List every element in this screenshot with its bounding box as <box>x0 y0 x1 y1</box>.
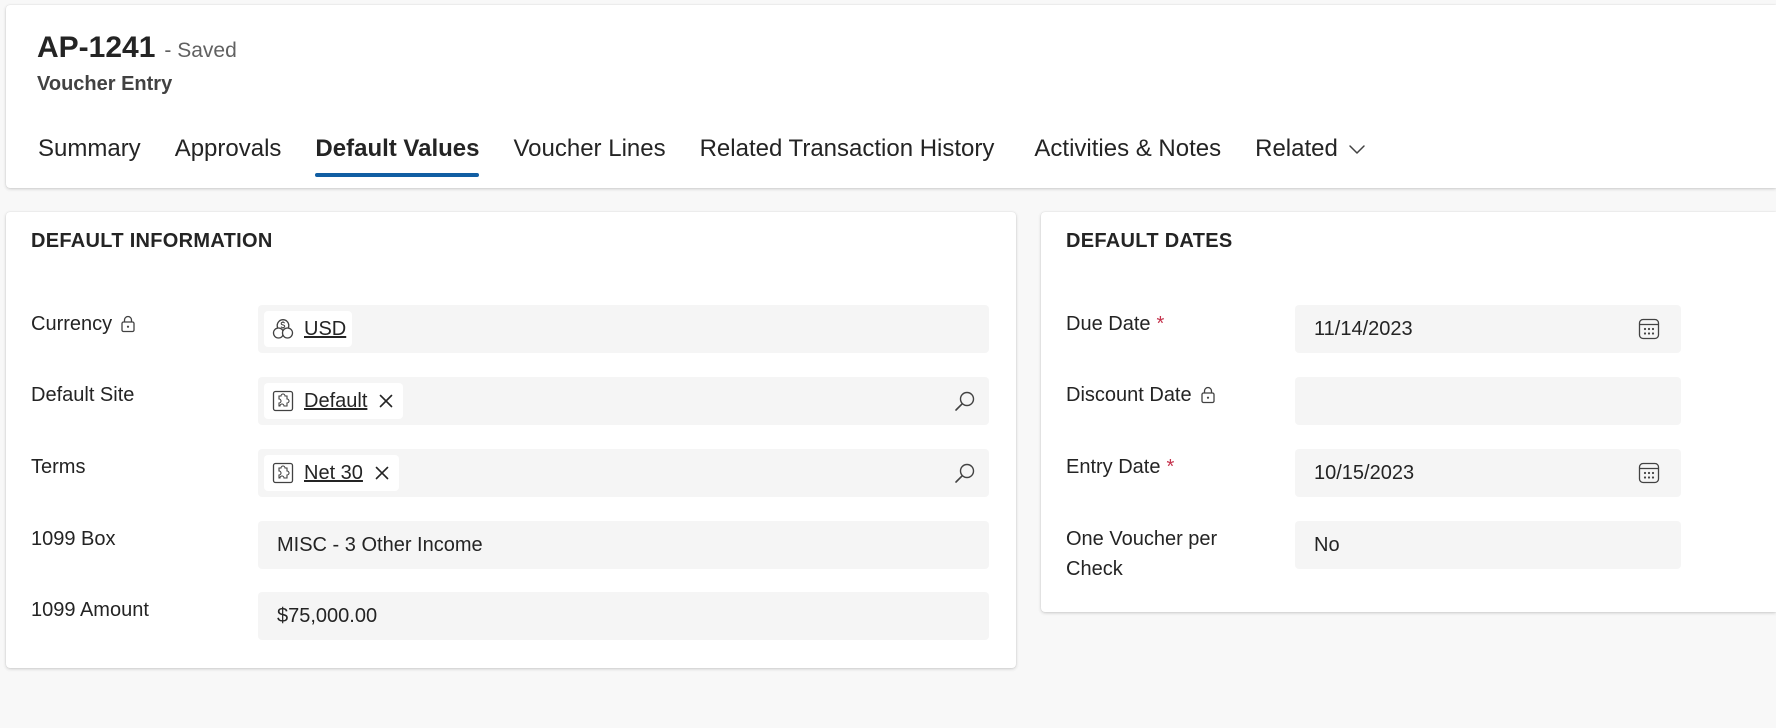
box-1099-field[interactable]: MISC - 3 Other Income <box>258 521 989 569</box>
coins-icon <box>272 318 294 340</box>
search-icon[interactable] <box>953 389 977 413</box>
lock-icon <box>1200 386 1215 404</box>
box-1099-value: MISC - 3 Other Income <box>277 533 483 556</box>
box-1099-label-text: 1099 Box <box>31 528 116 550</box>
default-dates-section: DEFAULT DATES Due Date * 11/14/2023 Disc… <box>1041 212 1776 612</box>
section-title: DEFAULT INFORMATION <box>31 230 273 252</box>
one-voucher-per-check-value: No <box>1314 533 1340 556</box>
default-information-section: DEFAULT INFORMATION Currency USD Default… <box>6 212 1016 668</box>
terms-value-link[interactable]: Net 30 <box>304 462 363 485</box>
lock-icon <box>121 315 135 333</box>
record-entity-name: Voucher Entry <box>37 73 173 95</box>
terms-label: Terms <box>31 452 85 482</box>
terms-lookup-chip[interactable]: Net 30 <box>264 455 399 491</box>
calendar-icon[interactable] <box>1637 317 1661 341</box>
amount-1099-label: 1099 Amount <box>31 595 149 625</box>
due-date-label-text: Due Date <box>1066 313 1151 335</box>
default-site-lookup-chip[interactable]: Default <box>264 383 404 419</box>
due-date-label: Due Date * <box>1066 309 1164 339</box>
amount-1099-value: $75,000.00 <box>277 604 378 627</box>
currency-value-link[interactable]: USD <box>304 318 346 341</box>
default-site-label-text: Default Site <box>31 384 135 406</box>
puzzle-icon <box>272 462 294 484</box>
puzzle-icon <box>272 390 294 412</box>
tab-related-transaction-history[interactable]: Related Transaction History <box>700 129 995 169</box>
currency-lookup-chip[interactable]: USD <box>264 311 353 347</box>
box-1099-label: 1099 Box <box>31 524 116 554</box>
terms-label-text: Terms <box>31 456 86 478</box>
amount-1099-label-text: 1099 Amount <box>31 599 149 621</box>
record-save-status: - Saved <box>164 39 237 62</box>
entry-date-field[interactable]: 10/15/2023 <box>1295 449 1681 497</box>
default-site-value-link[interactable]: Default <box>304 390 367 413</box>
close-icon[interactable] <box>379 394 393 408</box>
entry-date-label: Entry Date * <box>1066 452 1174 482</box>
currency-label: Currency <box>31 309 136 339</box>
tab-voucher-lines[interactable]: Voucher Lines <box>513 129 665 169</box>
record-title: AP-1241 <box>37 31 156 64</box>
tab-activities-notes[interactable]: Activities & Notes <box>1034 129 1221 169</box>
tab-summary[interactable]: Summary <box>38 129 141 169</box>
search-icon[interactable] <box>953 461 977 485</box>
entry-date-value: 10/15/2023 <box>1314 461 1415 484</box>
tab-related[interactable]: Related <box>1255 129 1366 169</box>
due-date-field[interactable]: 11/14/2023 <box>1295 305 1681 353</box>
currency-field[interactable]: USD <box>258 305 989 353</box>
required-indicator: * <box>1156 313 1165 335</box>
calendar-icon[interactable] <box>1637 461 1661 485</box>
terms-field[interactable]: Net 30 <box>258 449 989 497</box>
one-voucher-per-check-label-line2: Check <box>1066 558 1123 580</box>
discount-date-label-text: Discount Date <box>1066 384 1192 406</box>
tab-list: Summary Approvals Default Values Voucher… <box>38 129 1400 177</box>
tab-approvals[interactable]: Approvals <box>175 129 282 169</box>
close-icon[interactable] <box>375 466 389 480</box>
discount-date-field <box>1295 377 1681 425</box>
one-voucher-per-check-field[interactable]: No <box>1295 521 1681 569</box>
default-site-field[interactable]: Default <box>258 377 989 425</box>
tab-related-label: Related <box>1255 135 1338 162</box>
chevron-down-icon <box>1349 145 1365 154</box>
record-title-row: AP-1241 - Saved <box>37 31 237 65</box>
entry-date-label-text: Entry Date <box>1066 456 1161 478</box>
default-site-label: Default Site <box>31 380 134 410</box>
one-voucher-per-check-label-line1: One Voucher per <box>1066 528 1218 550</box>
discount-date-label: Discount Date <box>1066 380 1216 410</box>
record-header: AP-1241 - Saved Voucher Entry Summary Ap… <box>6 5 1776 188</box>
currency-label-text: Currency <box>31 313 113 335</box>
section-title: DEFAULT DATES <box>1066 230 1233 252</box>
due-date-value: 11/14/2023 <box>1314 317 1413 340</box>
required-indicator: * <box>1166 456 1175 478</box>
amount-1099-field[interactable]: $75,000.00 <box>258 592 989 640</box>
one-voucher-per-check-label: One Voucher per Check <box>1066 524 1217 584</box>
tab-default-values[interactable]: Default Values <box>315 129 480 177</box>
